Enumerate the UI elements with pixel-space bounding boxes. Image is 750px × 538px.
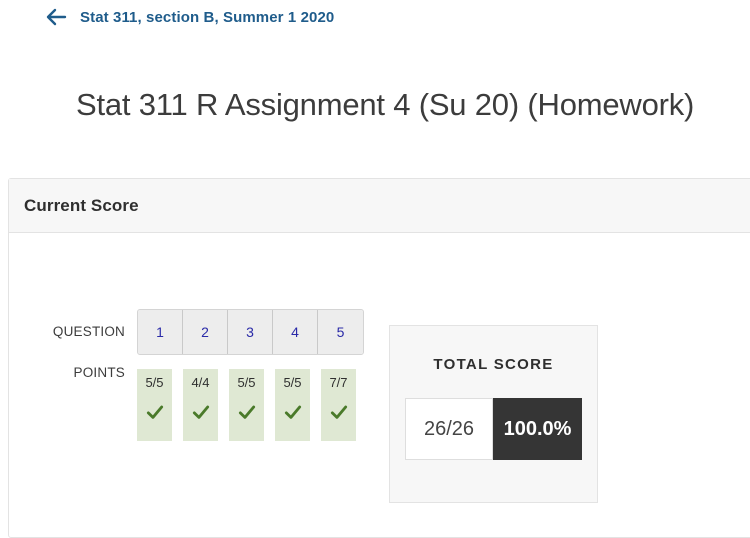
question-cell-3[interactable]: 3 [228, 310, 273, 354]
check-icon [330, 405, 347, 419]
points-value-1: 5/5 [145, 375, 164, 390]
question-cell-1[interactable]: 1 [138, 310, 183, 354]
back-link[interactable]: Stat 311, section B, Summer 1 2020 [44, 5, 334, 29]
points-row-label: POINTS [73, 365, 125, 380]
page-title: Stat 311 R Assignment 4 (Su 20) (Homewor… [76, 86, 695, 122]
check-icon [146, 405, 163, 419]
points-strip: 5/5 4/4 5/5 5/5 7/7 [137, 369, 356, 441]
check-icon [192, 405, 209, 419]
points-cell-4[interactable]: 5/5 [275, 369, 310, 441]
total-score-boxes: 26/26 100.0% [405, 398, 582, 460]
points-value-4: 5/5 [283, 375, 302, 390]
card-body: QUESTION 1 2 3 4 5 POINTS 5/5 4/4 5/5 5/… [9, 233, 750, 537]
points-cell-3[interactable]: 5/5 [229, 369, 264, 441]
points-row: POINTS 5/5 4/4 5/5 5/5 7/7 [37, 355, 364, 441]
total-score-panel: TOTAL SCORE 26/26 100.0% [389, 325, 598, 503]
question-row: QUESTION 1 2 3 4 5 [37, 309, 364, 355]
points-cell-2[interactable]: 4/4 [183, 369, 218, 441]
score-grid: QUESTION 1 2 3 4 5 POINTS 5/5 4/4 5/5 5/… [37, 309, 364, 441]
arrow-left-icon [46, 8, 67, 26]
total-score-fraction: 26/26 [405, 398, 493, 460]
total-score-percent: 100.0% [493, 398, 582, 460]
points-value-5: 7/7 [329, 375, 348, 390]
points-cell-1[interactable]: 5/5 [137, 369, 172, 441]
points-value-3: 5/5 [237, 375, 256, 390]
question-cell-4[interactable]: 4 [273, 310, 318, 354]
card-header-title: Current Score [24, 195, 139, 215]
back-link-label: Stat 311, section B, Summer 1 2020 [80, 8, 335, 26]
points-value-2: 4/4 [191, 375, 210, 390]
check-icon [238, 405, 255, 419]
question-cell-5[interactable]: 5 [318, 310, 363, 354]
card-header: Current Score [9, 179, 750, 233]
question-row-label: QUESTION [52, 324, 125, 339]
check-icon [284, 405, 301, 419]
current-score-card: Current Score QUESTION 1 2 3 4 5 POINTS … [8, 178, 750, 538]
question-strip: 1 2 3 4 5 [137, 309, 364, 355]
points-cell-5[interactable]: 7/7 [321, 369, 356, 441]
total-score-caption: TOTAL SCORE [433, 356, 554, 373]
question-cell-2[interactable]: 2 [183, 310, 228, 354]
